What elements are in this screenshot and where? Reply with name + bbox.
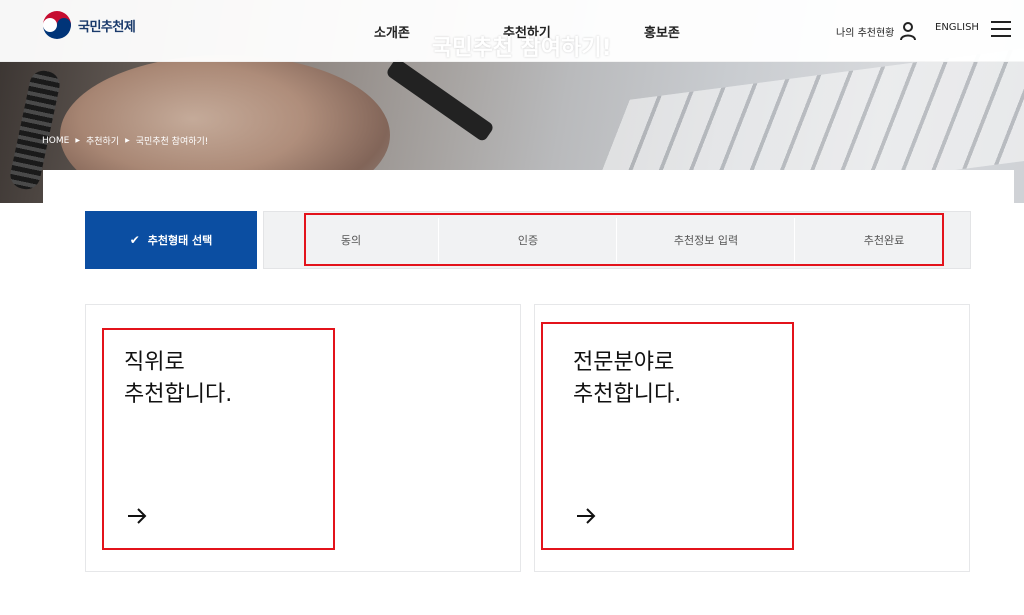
arrow-right-icon xyxy=(577,508,596,524)
step-info-input: 추천정보 입력 xyxy=(673,234,739,247)
nav-item-intro[interactable]: 소개존 xyxy=(374,22,410,41)
step-complete: 추천완료 xyxy=(863,234,905,247)
logo-text: 국민추천제 xyxy=(78,19,136,35)
menu-icon[interactable] xyxy=(991,21,1011,37)
english-link[interactable]: ENGLISH xyxy=(935,22,979,33)
logo-taegeuk-icon xyxy=(43,11,71,39)
arrow-right-icon xyxy=(128,508,147,524)
step-divider xyxy=(794,218,795,262)
step-indicator: ✔ 추천형태 선택 동의 인증 추천정보 입력 추천완료 xyxy=(85,211,971,269)
breadcrumb-current: 국민추천 참여하기! xyxy=(135,137,209,147)
breadcrumb-separator-icon: ▶ xyxy=(125,137,130,144)
user-icon xyxy=(900,22,917,40)
check-icon: ✔ xyxy=(129,233,140,247)
my-status-label: 나의 추천현황 xyxy=(836,27,895,39)
page-title: 국민추천 참여하기! xyxy=(432,36,612,61)
step-select-type: ✔ 추천형태 선택 xyxy=(85,211,257,269)
card-title-position: 직위로 추천합니다. xyxy=(124,350,233,407)
nav-item-promotion[interactable]: 홍보존 xyxy=(644,22,680,41)
step-divider xyxy=(616,218,617,262)
recommend-by-position-card[interactable]: 직위로 추천합니다. xyxy=(85,304,521,572)
breadcrumb: HOME ▶ 추천하기 ▶ 국민추천 참여하기! xyxy=(42,134,209,148)
step-divider xyxy=(438,218,439,262)
step-select-type-label: 추천형태 선택 xyxy=(147,234,213,247)
step-remaining-group: 동의 인증 추천정보 입력 추천완료 xyxy=(263,211,971,269)
my-status-link[interactable]: 나의 추천현황 xyxy=(836,22,917,40)
step-agree: 동의 xyxy=(340,234,362,247)
recommend-by-field-card[interactable]: 전문분야로 추천합니다. xyxy=(534,304,970,572)
card-title-field: 전문분야로 추천합니다. xyxy=(573,350,682,407)
step-auth: 인증 xyxy=(517,234,539,247)
site-logo[interactable]: 국민추천제 xyxy=(42,10,136,40)
breadcrumb-recommend[interactable]: 추천하기 xyxy=(86,134,119,147)
breadcrumb-home[interactable]: HOME xyxy=(42,136,69,146)
hero-pen-decoration xyxy=(385,57,495,143)
breadcrumb-separator-icon: ▶ xyxy=(75,137,80,144)
